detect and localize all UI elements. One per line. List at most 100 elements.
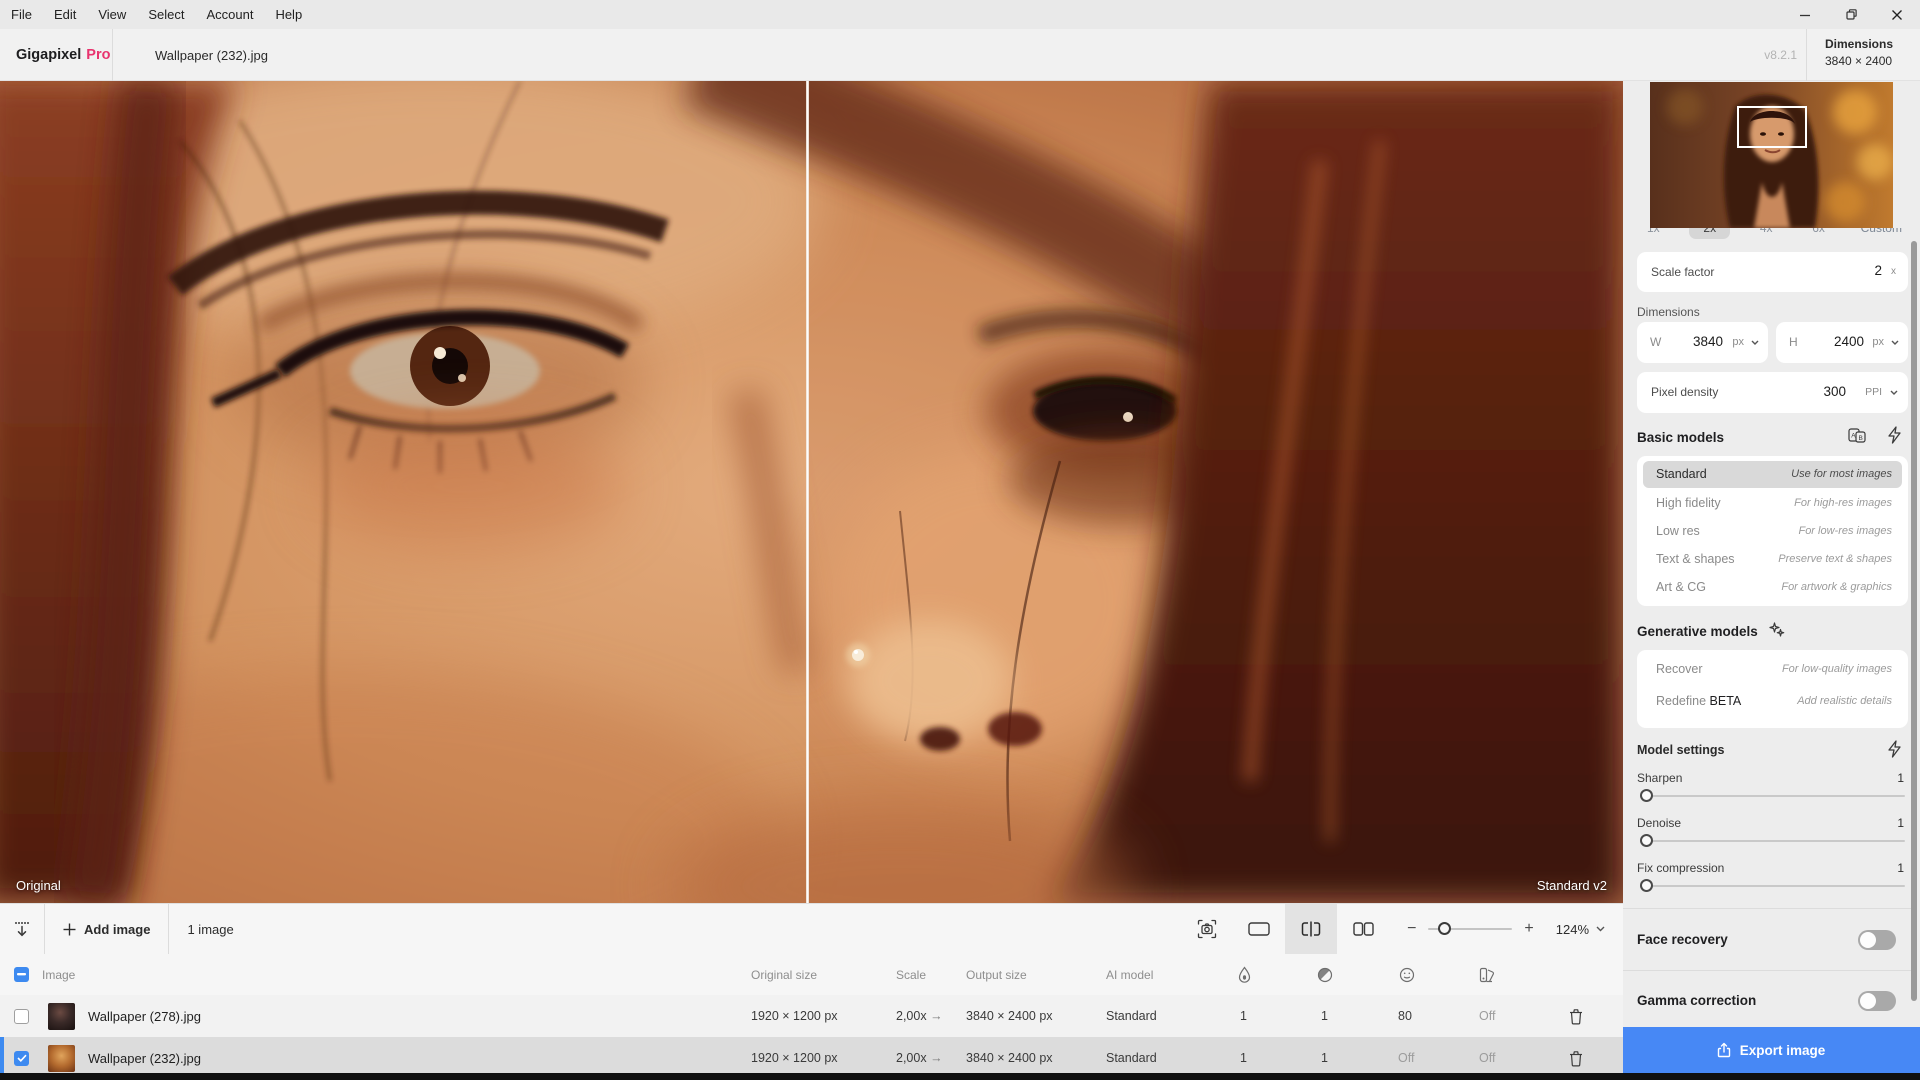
generative-models-title: Generative models <box>1637 624 1758 639</box>
model-name: Text & shapes <box>1656 552 1735 566</box>
menu-view[interactable]: View <box>87 0 137 29</box>
menu-file[interactable]: File <box>0 0 43 29</box>
menu-help[interactable]: Help <box>264 0 313 29</box>
chevron-down-icon[interactable] <box>1891 340 1899 345</box>
settings-sidebar: 1x 2x 4x 6x Custom Scale factor 2 x Dime… <box>1623 81 1920 1080</box>
menu-account[interactable]: Account <box>195 0 264 29</box>
zoom-level-select[interactable]: 124% <box>1556 922 1623 937</box>
denoise-slider[interactable] <box>1640 840 1905 842</box>
fix-compression-slider[interactable] <box>1640 885 1905 887</box>
sharpen-slider[interactable] <box>1640 795 1905 797</box>
col-gamma-icon[interactable] <box>1479 954 1496 995</box>
zoom-out-button[interactable]: − <box>1407 920 1416 938</box>
select-all-checkbox[interactable] <box>14 954 29 995</box>
scale-factor-card[interactable]: Scale factor 2 x <box>1637 252 1908 292</box>
split-view-button[interactable] <box>1285 904 1337 955</box>
file-tab[interactable]: Wallpaper (232).jpg <box>125 29 298 81</box>
row-denoise[interactable]: 1 <box>1321 995 1328 1037</box>
chevron-down-icon[interactable] <box>1890 390 1898 395</box>
fix-compression-slider-knob[interactable] <box>1640 879 1653 892</box>
add-image-button[interactable]: Add image <box>45 904 168 955</box>
col-scale[interactable]: Scale <box>896 954 926 995</box>
row-scale[interactable]: 2,00x → <box>896 995 943 1037</box>
col-original-size[interactable]: Original size <box>751 954 817 995</box>
model-text-shapes[interactable]: Text & shapes Preserve text & shapes <box>1643 546 1902 573</box>
droplet-icon <box>1237 966 1252 983</box>
row-face-recovery[interactable]: 80 <box>1398 995 1412 1037</box>
width-value[interactable]: 3840 <box>1693 334 1723 349</box>
restore-button[interactable] <box>1828 0 1874 29</box>
width-field[interactable]: W 3840 px <box>1637 322 1768 363</box>
col-sharpen-icon[interactable] <box>1237 954 1252 995</box>
scale-6x-button[interactable]: 6x <box>1802 228 1835 239</box>
sparkles-icon <box>1768 621 1786 639</box>
scale-custom-button[interactable]: Custom <box>1855 228 1908 239</box>
row-checkbox[interactable] <box>14 995 29 1037</box>
generative-models-list: Recover For low-quality images Redefine … <box>1637 650 1908 728</box>
model-settings-title: Model settings <box>1637 743 1725 757</box>
denoise-slider-knob[interactable] <box>1640 834 1653 847</box>
height-field[interactable]: H 2400 px <box>1776 322 1908 363</box>
navigator-thumbnail[interactable] <box>1650 82 1893 228</box>
sharpen-slider-knob[interactable] <box>1640 789 1653 802</box>
pixel-density-value[interactable]: 300 <box>1823 384 1846 399</box>
col-output-size[interactable]: Output size <box>966 954 1027 995</box>
minimize-button[interactable] <box>1782 0 1828 29</box>
basic-models-title: Basic models <box>1637 430 1724 445</box>
basic-models-list: Standard Use for most images High fideli… <box>1637 456 1908 606</box>
model-standard[interactable]: Standard Use for most images <box>1643 461 1902 488</box>
chevron-down-icon[interactable] <box>1751 340 1759 345</box>
compare-ab-icon[interactable]: A B <box>1848 427 1867 444</box>
zoom-slider[interactable] <box>1428 922 1512 936</box>
scale-4x-button[interactable]: 4x <box>1750 228 1783 239</box>
col-face-recovery-icon[interactable] <box>1399 954 1415 995</box>
col-denoise-icon[interactable] <box>1317 954 1333 995</box>
close-button[interactable] <box>1874 0 1920 29</box>
trash-icon <box>1568 1050 1584 1067</box>
model-redefine[interactable]: Redefine BETA Add realistic details <box>1643 688 1902 715</box>
denoise-value: 1 <box>1897 816 1904 830</box>
sidebar-scrollbar[interactable] <box>1911 241 1917 1001</box>
model-low-res[interactable]: Low res For low-res images <box>1643 518 1902 545</box>
col-ai-model[interactable]: AI model <box>1106 954 1153 995</box>
col-image[interactable]: Image <box>42 954 75 995</box>
gamma-correction-toggle[interactable] <box>1858 991 1896 1011</box>
divider <box>1623 908 1913 909</box>
auto-bolt-icon[interactable] <box>1887 740 1902 758</box>
height-value[interactable]: 2400 <box>1834 334 1864 349</box>
model-recover[interactable]: Recover For low-quality images <box>1643 656 1902 683</box>
row-ai-model[interactable]: Standard <box>1106 995 1157 1037</box>
image-canvas[interactable]: Original Standard v2 <box>0 81 1623 903</box>
pixel-density-field[interactable]: Pixel density 300 PPI <box>1637 372 1908 413</box>
sharpen-value: 1 <box>1897 771 1904 785</box>
model-art-cg[interactable]: Art & CG For artwork & graphics <box>1643 574 1902 601</box>
dimensions-section-label: Dimensions <box>1637 305 1700 319</box>
zoom-slider-knob[interactable] <box>1438 922 1451 935</box>
row-gamma[interactable]: Off <box>1479 995 1495 1037</box>
model-high-fidelity[interactable]: High fidelity For high-res images <box>1643 490 1902 517</box>
side-by-side-view-button[interactable] <box>1337 904 1389 955</box>
bottom-toolbar: Add image 1 image − + <box>0 903 1623 954</box>
close-icon <box>1891 9 1903 21</box>
scale-factor-value[interactable]: 2 <box>1874 263 1882 278</box>
auto-bolt-icon[interactable] <box>1887 426 1902 444</box>
zoom-in-button[interactable]: + <box>1524 920 1533 938</box>
width-label: W <box>1650 335 1661 349</box>
menu-edit[interactable]: Edit <box>43 0 87 29</box>
svg-text:B: B <box>1859 435 1863 442</box>
row-sharpen[interactable]: 1 <box>1240 995 1247 1037</box>
menu-select[interactable]: Select <box>137 0 195 29</box>
scale-1x-button[interactable]: 1x <box>1637 228 1670 239</box>
focus-view-button[interactable] <box>1181 904 1233 955</box>
model-name: Recover <box>1656 662 1703 676</box>
table-row-wallpaper-278[interactable]: Wallpaper (278).jpg 1920 × 1200 px 2,00x… <box>0 995 1623 1037</box>
svg-text:A: A <box>1851 433 1856 440</box>
face-recovery-toggle[interactable] <box>1858 930 1896 950</box>
arrow-right-icon: → <box>930 1009 943 1023</box>
row-delete-button[interactable] <box>1568 995 1584 1037</box>
single-view-button[interactable] <box>1233 904 1285 955</box>
export-image-button[interactable]: Export image <box>1622 1027 1920 1073</box>
row-original-size: 1920 × 1200 px <box>751 995 838 1037</box>
scale-2x-button[interactable]: 2x <box>1689 228 1730 239</box>
collapse-panel-button[interactable] <box>0 904 44 955</box>
